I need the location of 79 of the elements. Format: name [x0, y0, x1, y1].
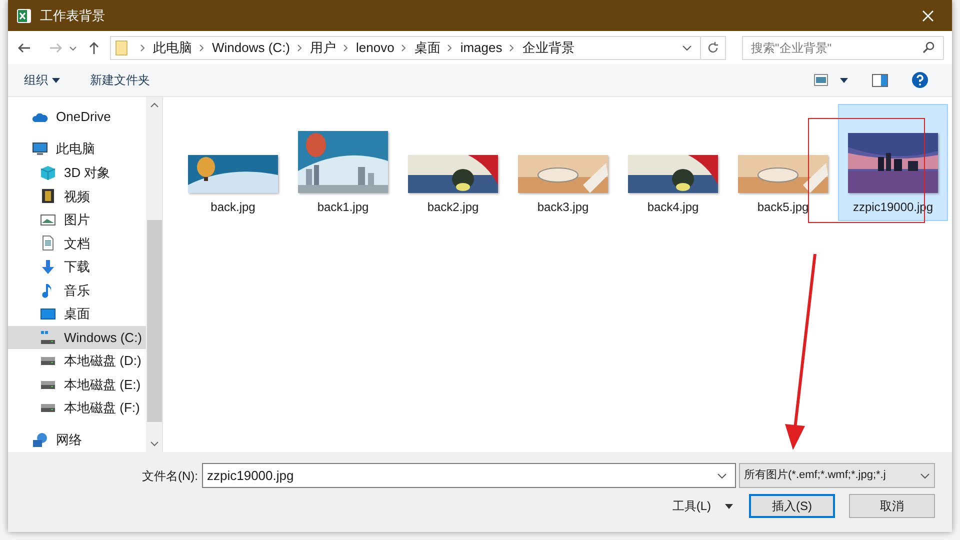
insert-button[interactable]: 插入(S) — [749, 494, 835, 518]
cube-icon — [40, 164, 56, 181]
file-name: back4.jpg — [647, 199, 699, 216]
breadcrumb-item[interactable]: images — [460, 38, 502, 58]
caret-icon — [52, 78, 60, 82]
file-item[interactable]: back5.jpg — [728, 104, 838, 221]
chevron-down-icon[interactable] — [682, 42, 692, 52]
caret-icon — [725, 504, 733, 508]
file-name: back5.jpg — [757, 199, 809, 216]
image-icon — [40, 212, 56, 228]
refresh-icon[interactable] — [706, 40, 720, 54]
breadcrumb-item[interactable]: lenovo — [356, 38, 394, 58]
close-icon — [922, 10, 934, 22]
sidebar-item[interactable]: 桌面 — [8, 302, 146, 326]
file-name: back1.jpg — [317, 199, 369, 216]
sidebar-item[interactable]: 本地磁盘 (F:) — [8, 396, 146, 420]
chevron-down-icon[interactable] — [150, 439, 158, 448]
breadcrumb-item[interactable]: 企业背景 — [522, 38, 574, 58]
view-icon[interactable] — [814, 74, 828, 86]
download-icon — [40, 258, 56, 275]
chevron-right-icon — [343, 44, 350, 52]
file-type-dropdown[interactable]: 所有图片(*.emf;*.wmf;*.jpg;*.j — [739, 463, 935, 488]
file-item[interactable]: back4.jpg — [618, 104, 728, 221]
window-title: 工作表背景 — [40, 6, 105, 25]
help-icon[interactable] — [912, 72, 928, 88]
sidebar-item[interactable]: 本地磁盘 (D:) — [8, 349, 146, 373]
cancel-button[interactable]: 取消 — [849, 494, 935, 518]
sidebar-item[interactable]: 3D 对象 — [8, 161, 146, 185]
drive-icon — [40, 357, 56, 366]
sidebar-item[interactable]: OneDrive — [8, 105, 146, 129]
search-icon — [922, 41, 935, 54]
caret-icon[interactable] — [840, 78, 848, 82]
breadcrumb-item[interactable]: Windows (C:) — [212, 38, 290, 58]
drive-icon — [40, 404, 56, 412]
chevron-right-icon — [199, 44, 205, 52]
organize-menu[interactable]: 组织 — [24, 71, 60, 89]
file-name: back2.jpg — [427, 199, 479, 216]
breadcrumb-item[interactable]: 桌面 — [414, 38, 440, 58]
monitor-icon — [32, 141, 48, 157]
folder-icon — [115, 40, 129, 56]
sidebar-item[interactable]: 下载 — [8, 255, 146, 279]
chevron-right-icon — [401, 44, 408, 52]
filename-label: 文件名(N): — [142, 468, 198, 484]
file-name: back.jpg — [210, 199, 256, 216]
sidebar-item[interactable]: 文档 — [8, 232, 146, 256]
chevron-up-icon[interactable] — [150, 101, 158, 110]
preview-pane-icon[interactable] — [872, 74, 888, 86]
sidebar-item[interactable]: Windows (C:) — [8, 326, 146, 350]
sidebar-item[interactable]: 音乐 — [8, 278, 146, 302]
document-icon — [40, 235, 56, 252]
sidebar-item[interactable]: 网络 — [8, 428, 146, 452]
chevron-right-icon — [297, 44, 304, 52]
file-item[interactable]: back.jpg — [178, 104, 288, 221]
sidebar-item[interactable]: 此电脑 — [8, 137, 146, 161]
filename-field[interactable]: zzpic19000.jpg — [202, 463, 736, 488]
chevron-right-icon — [140, 44, 146, 52]
chevron-right-icon — [447, 44, 454, 52]
chevron-down-icon[interactable] — [717, 470, 727, 480]
desktop-icon — [40, 306, 56, 322]
breadcrumb-item[interactable]: 用户 — [310, 38, 336, 58]
chevron-right-icon — [509, 44, 516, 52]
search-field[interactable]: 搜索"企业背景" — [742, 36, 944, 60]
file-item[interactable]: back1.jpg — [288, 104, 398, 221]
drive-icon — [40, 330, 56, 346]
sidebar-item[interactable]: 本地磁盘 (E:) — [8, 372, 146, 396]
network-icon — [32, 432, 48, 448]
drive-icon — [40, 380, 56, 389]
sidebar-item[interactable]: 图片 — [8, 208, 146, 232]
file-item[interactable]: back3.jpg — [508, 104, 618, 221]
film-icon — [40, 188, 56, 204]
new-folder-button[interactable]: 新建文件夹 — [90, 71, 150, 89]
tools-menu[interactable]: 工具(L) — [672, 497, 733, 515]
file-name: back3.jpg — [537, 199, 589, 216]
spreadsheet-app-icon — [16, 8, 32, 24]
chevron-down-icon — [920, 470, 930, 480]
address-bar[interactable]: 此电脑 Windows (C:) 用户 lenovo 桌面 images 企业背景 — [110, 36, 726, 60]
breadcrumb-item[interactable]: 此电脑 — [153, 38, 192, 58]
file-item[interactable]: back2.jpg — [398, 104, 508, 221]
sidebar-item[interactable]: 视频 — [8, 184, 146, 208]
